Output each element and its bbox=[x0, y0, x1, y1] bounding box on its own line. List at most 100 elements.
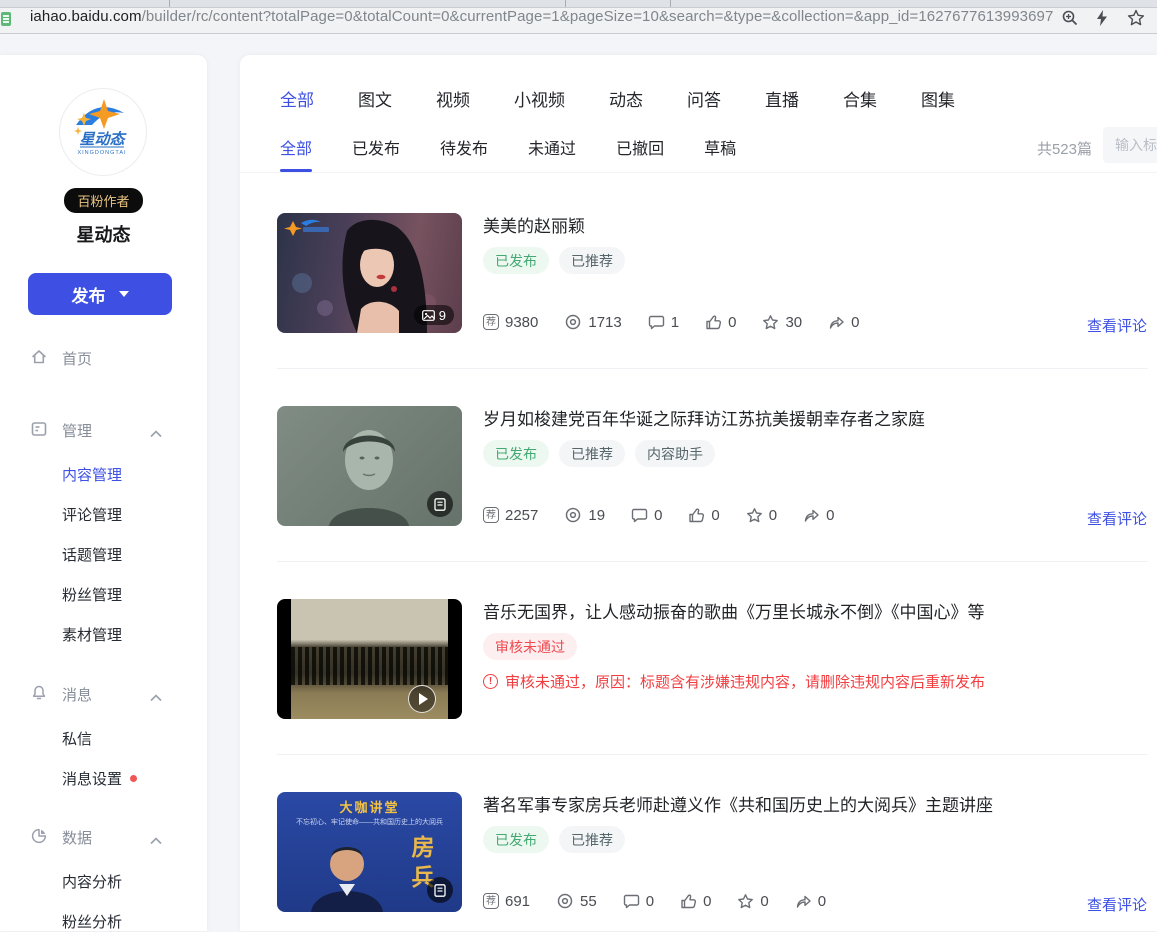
view-comments-link[interactable]: 查看评论 bbox=[1087, 315, 1147, 336]
sidebar-item-fans-analysis[interactable]: 粉丝分析 bbox=[62, 911, 122, 931]
sidebar-item-fans-manage[interactable]: 粉丝管理 bbox=[62, 584, 122, 604]
favorite-star-icon bbox=[762, 314, 779, 331]
item-thumbnail[interactable]: 大咖讲堂 不忘初心、牢记使命——共和国历史上的大阅兵 房兵 bbox=[277, 792, 462, 912]
sidebar-item-home[interactable]: 首页 bbox=[0, 347, 207, 369]
sidebar-item-content-manage[interactable]: 内容管理 bbox=[62, 464, 122, 484]
filter-published[interactable]: 已发布 bbox=[352, 135, 400, 159]
recommend-badge-icon: 荐 bbox=[483, 314, 499, 330]
author-level-badge: 百粉作者 bbox=[0, 188, 207, 213]
tab-separator bbox=[169, 0, 170, 7]
thumbnail-art bbox=[291, 647, 448, 685]
tab-video[interactable]: 视频 bbox=[436, 86, 470, 111]
views-eye-icon bbox=[556, 892, 574, 910]
view-comments-link[interactable]: 查看评论 bbox=[1087, 894, 1147, 915]
content-type-tabs: 全部 图文 视频 小视频 动态 问答 直播 合集 图集 bbox=[280, 86, 955, 111]
tab-separator bbox=[670, 0, 671, 7]
svg-text:星动态: 星动态 bbox=[79, 131, 127, 148]
sidebar-item-comment-manage[interactable]: 评论管理 bbox=[62, 504, 122, 524]
search-input[interactable] bbox=[1103, 127, 1157, 163]
status-tag: 已推荐 bbox=[559, 247, 625, 274]
stat-shares: 0 bbox=[828, 314, 859, 331]
tab-separator bbox=[565, 0, 566, 7]
comment-bubble-icon bbox=[648, 314, 665, 331]
sidebar-item-topic-manage[interactable]: 话题管理 bbox=[62, 544, 122, 564]
sidebar-section-manage[interactable]: 管理 bbox=[0, 419, 207, 441]
sidebar-item-content-analysis[interactable]: 内容分析 bbox=[62, 871, 122, 891]
bell-icon bbox=[30, 684, 48, 702]
divider bbox=[240, 172, 1157, 173]
image-count-badge: 9 bbox=[414, 305, 454, 325]
sidebar-section-data[interactable]: 数据 bbox=[0, 826, 207, 848]
stat-favorites: 0 bbox=[737, 893, 768, 910]
filter-all[interactable]: 全部 bbox=[280, 135, 312, 159]
stat-views: 55 bbox=[556, 892, 597, 910]
item-thumbnail[interactable]: 9 bbox=[277, 213, 462, 333]
sidebar-section-label: 管理 bbox=[62, 420, 92, 441]
filter-withdrawn[interactable]: 已撤回 bbox=[616, 135, 664, 159]
url-text[interactable]: iahao.baidu.com/builder/rc/content?total… bbox=[30, 8, 1053, 25]
bookmark-star-icon[interactable] bbox=[1127, 9, 1145, 27]
item-thumbnail[interactable] bbox=[277, 599, 462, 719]
item-title[interactable]: 著名军事专家房兵老师赴遵义作《共和国历史上的大阅兵》主题讲座 bbox=[483, 794, 1137, 818]
item-stats: 荐9380 1713 1 0 30 0 bbox=[483, 313, 859, 331]
item-title[interactable]: 岁月如梭建党百年华诞之际拜访江苏抗美援朝幸存者之家庭 bbox=[483, 408, 1137, 432]
item-stats: 荐2257 19 0 0 0 0 bbox=[483, 506, 834, 524]
status-tag: 已发布 bbox=[483, 247, 549, 274]
sidebar-item-material-manage[interactable]: 素材管理 bbox=[62, 624, 122, 644]
tab-dynamic[interactable]: 动态 bbox=[609, 86, 643, 111]
filter-rejected[interactable]: 未通过 bbox=[528, 135, 576, 159]
tab-live[interactable]: 直播 bbox=[765, 86, 799, 111]
views-eye-icon bbox=[564, 313, 582, 331]
browser-address-bar[interactable]: iahao.baidu.com/builder/rc/content?total… bbox=[0, 0, 1157, 34]
status-tag: 已发布 bbox=[483, 440, 549, 467]
status-filter-tabs: 全部 已发布 待发布 未通过 已撤回 草稿 bbox=[280, 135, 736, 159]
article-badge bbox=[427, 877, 453, 903]
warning-text: 审核未通过，原因：标题含有涉嫌违规内容，请删除违规内容后重新发布 bbox=[505, 671, 985, 692]
favorite-star-icon bbox=[737, 893, 754, 910]
avatar[interactable]: 星动态 XINGDONGTAI bbox=[59, 88, 147, 176]
xingdongtai-logo-icon: 星动态 XINGDONGTAI bbox=[60, 89, 144, 173]
stat-recommend: 荐9380 bbox=[483, 314, 538, 331]
url-domain: iahao.baidu.com bbox=[30, 8, 142, 25]
flash-icon[interactable] bbox=[1093, 9, 1111, 27]
tab-all[interactable]: 全部 bbox=[280, 86, 314, 111]
item-title[interactable]: 音乐无国界，让人感动振奋的歌曲《万里长城永不倒》《中国心》等 bbox=[483, 601, 1137, 625]
item-stats: 荐691 55 0 0 0 0 bbox=[483, 892, 826, 910]
sidebar-item-private-message[interactable]: 私信 bbox=[62, 728, 92, 748]
publish-button[interactable]: 发布 bbox=[28, 273, 172, 315]
tab-short-video[interactable]: 小视频 bbox=[514, 86, 565, 111]
tab-collection[interactable]: 合集 bbox=[843, 86, 877, 111]
share-arrow-icon bbox=[828, 314, 845, 331]
item-title[interactable]: 美美的赵丽颖 bbox=[483, 215, 1137, 239]
item-tags: 已发布 已推荐 内容助手 bbox=[483, 440, 715, 467]
comment-bubble-icon bbox=[631, 507, 648, 524]
view-comments-link[interactable]: 查看评论 bbox=[1087, 508, 1147, 529]
like-thumb-icon bbox=[688, 507, 705, 524]
filter-draft[interactable]: 草稿 bbox=[704, 135, 736, 159]
svg-text:XINGDONGTAI: XINGDONGTAI bbox=[77, 150, 126, 156]
sidebar: 星动态 XINGDONGTAI 百粉作者 星动态 发布 首页 管理 内容管理 评… bbox=[0, 55, 207, 931]
stat-likes: 0 bbox=[705, 314, 736, 331]
comment-bubble-icon bbox=[623, 893, 640, 910]
sidebar-item-message-settings[interactable]: 消息设置 bbox=[62, 768, 137, 788]
like-thumb-icon bbox=[680, 893, 697, 910]
tab-gallery[interactable]: 图集 bbox=[921, 86, 955, 111]
item-thumbnail[interactable] bbox=[277, 406, 462, 526]
sidebar-section-label: 数据 bbox=[62, 827, 92, 848]
share-arrow-icon bbox=[803, 507, 820, 524]
divider bbox=[277, 368, 1148, 369]
main-content: 全部 图文 视频 小视频 动态 问答 直播 合集 图集 全部 已发布 待发布 未… bbox=[240, 55, 1157, 931]
sidebar-section-message[interactable]: 消息 bbox=[0, 683, 207, 705]
recommend-badge-icon: 荐 bbox=[483, 507, 499, 523]
publish-label: 发布 bbox=[72, 282, 106, 307]
notification-dot bbox=[130, 775, 137, 782]
stat-comments: 0 bbox=[631, 507, 662, 524]
tab-article[interactable]: 图文 bbox=[358, 86, 392, 111]
zoom-icon[interactable] bbox=[1061, 9, 1079, 27]
chevron-up-icon bbox=[150, 425, 162, 443]
item-tags: 已发布 已推荐 bbox=[483, 826, 625, 853]
filter-pending[interactable]: 待发布 bbox=[440, 135, 488, 159]
sidebar-item-label: 首页 bbox=[62, 348, 92, 369]
tab-qa[interactable]: 问答 bbox=[687, 86, 721, 111]
page-security-icon bbox=[1, 12, 11, 26]
